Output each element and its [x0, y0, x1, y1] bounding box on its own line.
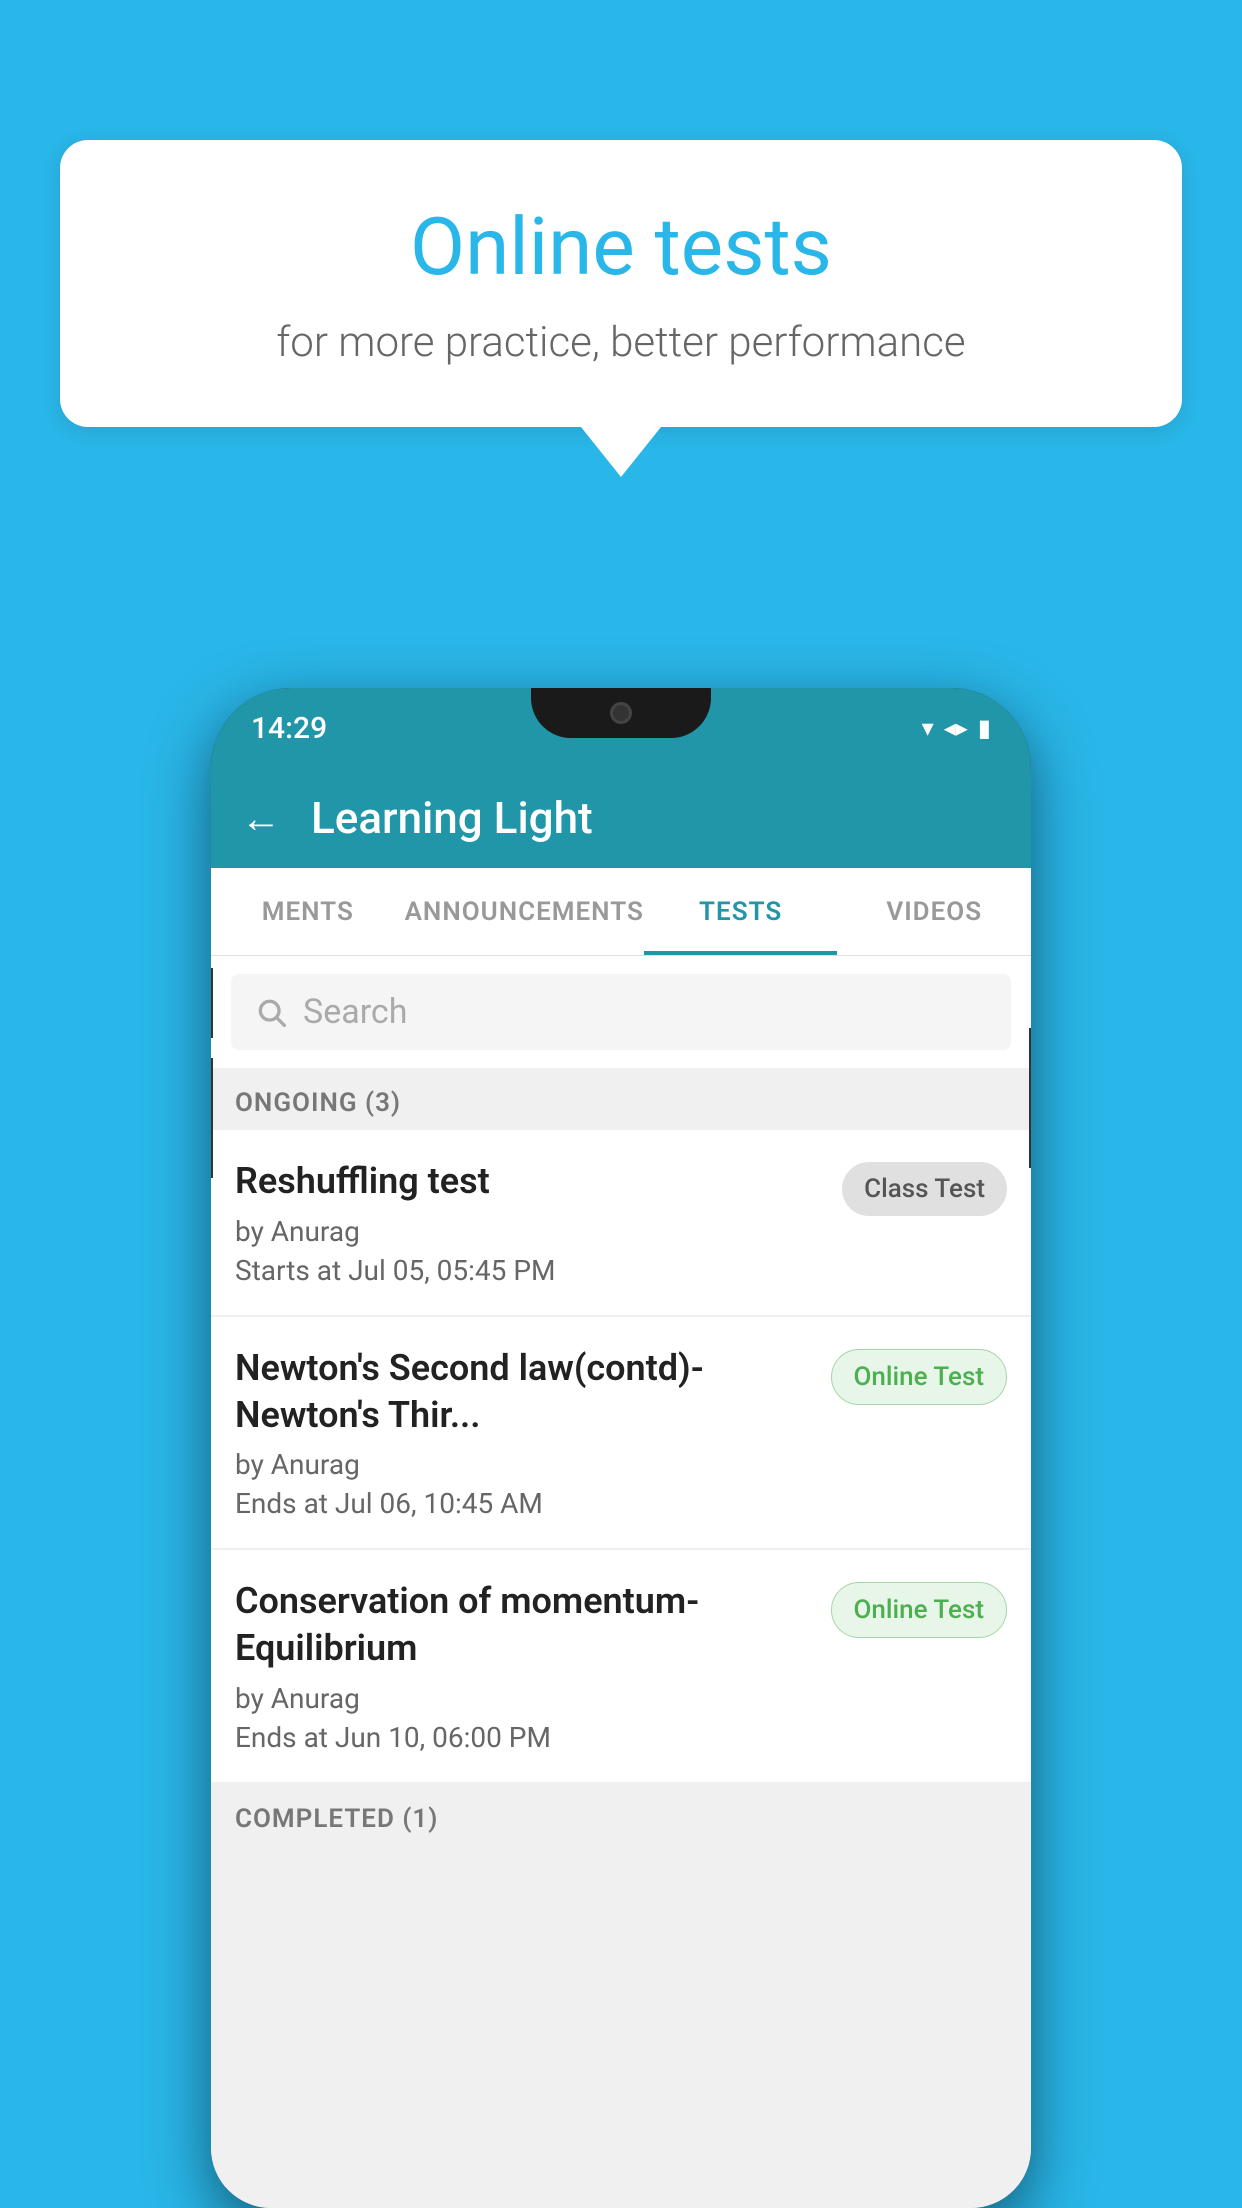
- app-header-title: Learning Light: [311, 792, 593, 844]
- test-title-reshuffling: Reshuffling test: [235, 1158, 826, 1205]
- search-icon: [255, 996, 287, 1028]
- ongoing-section-header: ONGOING (3): [211, 1068, 1031, 1130]
- test-info-conservation: Conservation of momentum-Equilibrium by …: [235, 1578, 815, 1754]
- tab-announcements[interactable]: ANNOUNCEMENTS: [405, 868, 644, 955]
- speech-bubble-subtitle: for more practice, better performance: [140, 318, 1102, 367]
- test-author-conservation: by Anurag: [235, 1682, 815, 1715]
- tab-videos[interactable]: VIDEOS: [837, 868, 1031, 955]
- test-badge-class: Class Test: [842, 1162, 1007, 1216]
- back-button[interactable]: ←: [241, 795, 281, 842]
- speech-bubble-title: Online tests: [140, 200, 1102, 294]
- app-header: ← Learning Light: [211, 768, 1031, 868]
- battery-icon: ▮: [978, 714, 991, 742]
- test-author-reshuffling: by Anurag: [235, 1215, 826, 1248]
- test-time-newtons: Ends at Jul 06, 10:45 AM: [235, 1487, 815, 1520]
- signal-icon: ◂▸: [944, 714, 968, 742]
- test-author-newtons: by Anurag: [235, 1448, 815, 1481]
- status-time: 14:29: [251, 711, 327, 746]
- phone-side-buttons-left: [211, 968, 213, 1178]
- test-card-newtons[interactable]: Newton's Second law(contd)-Newton's Thir…: [211, 1317, 1031, 1549]
- test-title-newtons: Newton's Second law(contd)-Newton's Thir…: [235, 1345, 815, 1439]
- test-info-newtons: Newton's Second law(contd)-Newton's Thir…: [235, 1345, 815, 1521]
- speech-bubble-arrow: [581, 427, 661, 477]
- content-area: ONGOING (3) Reshuffling test by Anurag S…: [211, 1068, 1031, 2208]
- phone-screen: ← Learning Light MENTS ANNOUNCEMENTS TES…: [211, 768, 1031, 2208]
- status-bar: 14:29 ▾ ◂▸ ▮: [211, 688, 1031, 768]
- tab-assignments[interactable]: MENTS: [211, 868, 405, 955]
- tab-tests[interactable]: TESTS: [644, 868, 838, 955]
- test-badge-online-2: Online Test: [831, 1582, 1008, 1638]
- power-button[interactable]: [1029, 1028, 1031, 1168]
- test-badge-online-1: Online Test: [831, 1349, 1008, 1405]
- volume-down-button[interactable]: [211, 1058, 213, 1178]
- status-icons: ▾ ◂▸ ▮: [922, 714, 991, 742]
- front-camera: [610, 702, 632, 724]
- phone-side-buttons-right: [1029, 1028, 1031, 1168]
- search-bar[interactable]: Search: [231, 974, 1011, 1050]
- wifi-icon: ▾: [922, 714, 934, 742]
- test-card-conservation[interactable]: Conservation of momentum-Equilibrium by …: [211, 1550, 1031, 1782]
- test-time-reshuffling: Starts at Jul 05, 05:45 PM: [235, 1254, 826, 1287]
- tab-bar: MENTS ANNOUNCEMENTS TESTS VIDEOS: [211, 868, 1031, 956]
- volume-up-button[interactable]: [211, 968, 213, 1038]
- phone-notch: [531, 688, 711, 738]
- phone-frame: 14:29 ▾ ◂▸ ▮ ← Learning Light MENTS ANNO…: [211, 688, 1031, 2208]
- test-info-reshuffling: Reshuffling test by Anurag Starts at Jul…: [235, 1158, 826, 1287]
- search-placeholder: Search: [303, 992, 407, 1032]
- completed-section-header: COMPLETED (1): [211, 1784, 1031, 1846]
- speech-bubble-container: Online tests for more practice, better p…: [60, 140, 1182, 477]
- test-card-reshuffling[interactable]: Reshuffling test by Anurag Starts at Jul…: [211, 1130, 1031, 1315]
- speech-bubble: Online tests for more practice, better p…: [60, 140, 1182, 427]
- test-title-conservation: Conservation of momentum-Equilibrium: [235, 1578, 815, 1672]
- test-time-conservation: Ends at Jun 10, 06:00 PM: [235, 1721, 815, 1754]
- search-container: Search: [211, 956, 1031, 1068]
